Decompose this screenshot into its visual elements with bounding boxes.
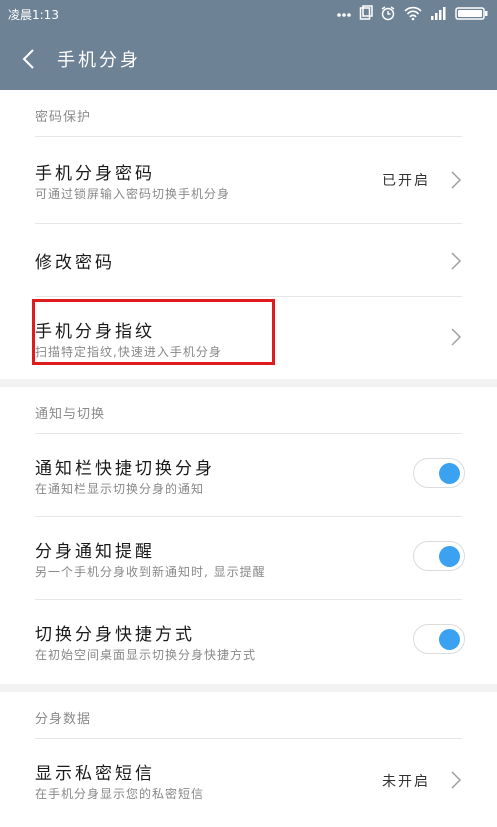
setting-subtitle: 在初始空间桌面显示切换分身快捷方式 <box>35 648 257 662</box>
setting-switch-shortcut[interactable]: 切换分身快捷方式 在初始空间桌面显示切换分身快捷方式 <box>35 599 465 684</box>
setting-title: 显示私密短信 <box>35 764 155 784</box>
setting-title: 手机分身密码 <box>35 164 155 184</box>
setting-private-sms[interactable]: 显示私密短信 在手机分身显示您的私密短信 未开启 <box>35 738 462 823</box>
setting-title: 通知栏快捷切换分身 <box>35 459 215 479</box>
setting-change-password[interactable]: 修改密码 <box>35 223 462 296</box>
section-divider <box>0 684 497 692</box>
setting-clone-notify-alert[interactable]: 分身通知提醒 另一个手机分身收到新通知时, 显示提醒 <box>35 516 465 599</box>
toggle-switch[interactable] <box>413 541 465 571</box>
section-header-notify: 通知与切换 <box>35 407 106 422</box>
signal-icon <box>430 5 448 25</box>
wifi-icon <box>403 5 423 25</box>
toggle-knob <box>439 629 460 650</box>
more-dots-icon <box>336 5 352 25</box>
toggle-knob <box>439 463 460 484</box>
toggle-switch[interactable] <box>413 458 465 488</box>
setting-subtitle: 另一个手机分身收到新通知时, 显示提醒 <box>35 565 266 579</box>
chevron-right-icon <box>450 170 462 190</box>
setting-subtitle: 可通过锁屏输入密码切换手机分身 <box>35 187 231 201</box>
back-arrow-icon[interactable] <box>14 44 44 74</box>
title-bar: 手机分身 <box>0 28 497 90</box>
setting-title: 修改密码 <box>35 253 115 273</box>
section-divider <box>0 379 497 387</box>
setting-title: 切换分身快捷方式 <box>35 625 195 645</box>
page-title: 手机分身 <box>57 50 141 71</box>
battery-icon <box>455 5 489 25</box>
setting-clone-password[interactable]: 手机分身密码 可通过锁屏输入密码切换手机分身 已开启 <box>35 136 462 223</box>
section-header-data: 分身数据 <box>35 712 92 727</box>
setting-value: 未开启 <box>382 774 430 790</box>
toggle-switch[interactable] <box>413 624 465 654</box>
status-time: 凌晨1:13 <box>8 8 59 22</box>
chevron-right-icon <box>450 327 462 347</box>
sim-icon <box>359 5 373 25</box>
setting-subtitle: 在手机分身显示您的私密短信 <box>35 787 205 801</box>
chevron-right-icon <box>450 770 462 790</box>
status-bar: 凌晨1:13 <box>0 0 497 28</box>
setting-title: 分身通知提醒 <box>35 542 155 562</box>
settings-list: 密码保护 手机分身密码 可通过锁屏输入密码切换手机分身 已开启 修改密码 手机分… <box>0 90 497 823</box>
section-header-password: 密码保护 <box>35 110 92 125</box>
chevron-right-icon <box>450 251 462 271</box>
setting-notify-shortcut[interactable]: 通知栏快捷切换分身 在通知栏显示切换分身的通知 <box>35 433 465 516</box>
highlight-box <box>32 299 275 365</box>
setting-subtitle: 在通知栏显示切换分身的通知 <box>35 482 205 496</box>
toggle-knob <box>439 546 460 567</box>
alarm-icon <box>380 5 396 25</box>
setting-value: 已开启 <box>382 173 430 189</box>
